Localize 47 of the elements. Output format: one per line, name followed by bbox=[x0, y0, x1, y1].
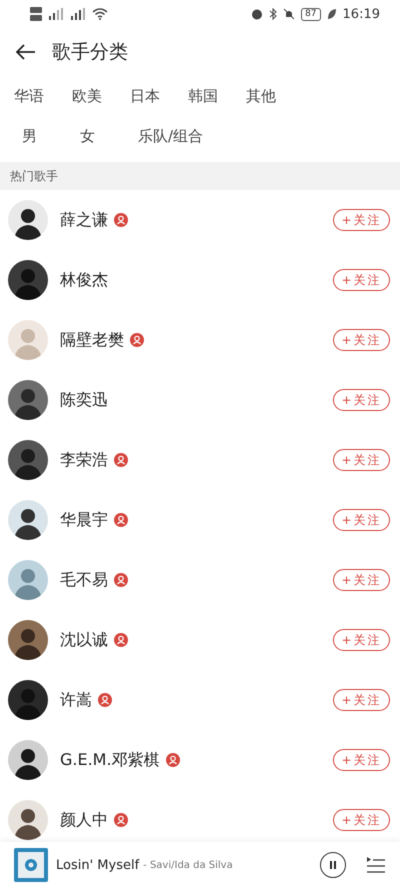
follow-button[interactable]: +关注 bbox=[333, 389, 390, 411]
page-title: 歌手分类 bbox=[52, 40, 128, 65]
follow-button[interactable]: +关注 bbox=[333, 569, 390, 591]
artist-name[interactable]: 薛之谦 bbox=[60, 210, 108, 230]
filter-option[interactable]: 其他 bbox=[246, 86, 278, 106]
artist-name[interactable]: 毛不易 bbox=[60, 570, 108, 590]
signal-icon bbox=[48, 8, 64, 20]
song-title[interactable]: Losin' Myself bbox=[56, 858, 140, 872]
section-title: 热门歌手 bbox=[10, 168, 58, 184]
follow-button[interactable]: +关注 bbox=[333, 269, 390, 291]
artist-name[interactable]: 颜人中 bbox=[60, 810, 108, 830]
follow-button[interactable]: +关注 bbox=[333, 209, 390, 231]
filter-option[interactable]: 日本 bbox=[130, 86, 162, 106]
artist-name[interactable]: 李荣浩 bbox=[60, 450, 108, 470]
follow-button[interactable]: +关注 bbox=[333, 749, 390, 771]
artist-name[interactable]: 林俊杰 bbox=[60, 270, 108, 290]
mute-icon bbox=[283, 8, 296, 20]
follow-button[interactable]: +关注 bbox=[333, 509, 390, 531]
filter-option[interactable]: 韩国 bbox=[188, 86, 220, 106]
filter-option[interactable]: 乐队/组合 bbox=[138, 126, 204, 146]
song-artist: - Savi/Ida da Silva bbox=[143, 860, 233, 870]
follow-button[interactable]: +关注 bbox=[333, 809, 390, 831]
leaf-icon bbox=[326, 8, 337, 20]
artist-name[interactable]: 沈以诚 bbox=[60, 630, 108, 650]
filter-option[interactable]: 女 bbox=[80, 126, 112, 146]
playlist-icon[interactable] bbox=[366, 856, 386, 874]
follow-button[interactable]: +关注 bbox=[333, 449, 390, 471]
artist-name[interactable]: 陈奕迅 bbox=[60, 390, 108, 410]
bluetooth-icon bbox=[269, 8, 278, 20]
artist-name[interactable]: 隔壁老樊 bbox=[60, 330, 124, 350]
pause-icon bbox=[328, 860, 338, 870]
follow-button[interactable]: +关注 bbox=[333, 629, 390, 651]
artist-name[interactable]: 许嵩 bbox=[60, 690, 92, 710]
filter-option[interactable]: 欧美 bbox=[72, 86, 104, 106]
artist-name[interactable]: G.E.M.邓紫棋 bbox=[60, 750, 160, 770]
battery-level: 87 bbox=[301, 8, 321, 20]
follow-button[interactable]: +关注 bbox=[333, 689, 390, 711]
pause-button[interactable] bbox=[320, 852, 346, 878]
filter-option[interactable]: 华语 bbox=[14, 86, 46, 106]
follow-button[interactable]: +关注 bbox=[333, 329, 390, 351]
clock: 16:19 bbox=[342, 6, 380, 22]
artist-name[interactable]: 华晨宇 bbox=[60, 510, 108, 530]
wifi-icon bbox=[92, 8, 108, 20]
sim-icon bbox=[30, 6, 42, 22]
filter-option[interactable]: 男 bbox=[22, 126, 54, 146]
signal-icon bbox=[70, 8, 86, 20]
back-arrow-icon[interactable] bbox=[16, 44, 36, 60]
